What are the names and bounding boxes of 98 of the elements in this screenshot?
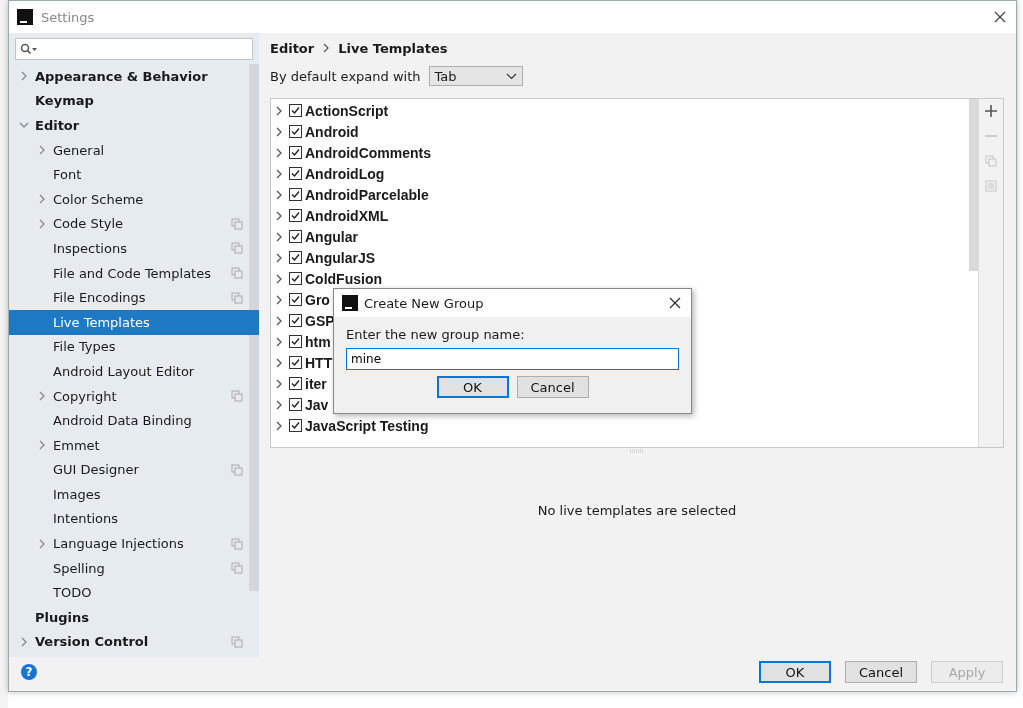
sidebar-item[interactable]: Version Control: [9, 629, 249, 655]
sidebar-item[interactable]: Android Data Binding: [9, 408, 249, 433]
template-group-label[interactable]: ColdFusion: [305, 270, 382, 287]
chevron-right-icon[interactable]: [275, 147, 283, 158]
template-group-label[interactable]: iter: [305, 375, 327, 392]
search-icon: [20, 43, 38, 55]
chevron-right-icon[interactable]: [275, 210, 283, 221]
sidebar-item[interactable]: Images: [9, 482, 249, 507]
template-group-label[interactable]: AndroidLog: [305, 165, 385, 182]
checkbox[interactable]: [289, 377, 302, 390]
app-logo-icon: [342, 295, 358, 311]
chevron-right-icon[interactable]: [275, 273, 283, 284]
sidebar-item[interactable]: Android Layout Editor: [9, 359, 249, 384]
sidebar-item[interactable]: Appearance & Behavior: [9, 64, 249, 89]
resize-grip-icon[interactable]: [629, 449, 645, 453]
breadcrumb-item: Editor: [270, 40, 315, 56]
sidebar-item[interactable]: Copyright: [9, 383, 249, 409]
help-icon[interactable]: ?: [21, 664, 37, 680]
template-group-label[interactable]: AndroidParcelable: [305, 186, 429, 203]
sidebar-item[interactable]: Code Style: [9, 211, 249, 237]
expand-dropdown[interactable]: Tab: [428, 66, 523, 86]
scrollbar[interactable]: [249, 64, 259, 591]
template-group-label[interactable]: Gro: [305, 291, 330, 308]
add-icon[interactable]: [985, 105, 997, 117]
template-group-label[interactable]: Android: [305, 123, 359, 140]
sidebar-item[interactable]: Color Scheme: [9, 186, 249, 212]
template-group-label[interactable]: JavaScript Testing: [305, 417, 429, 434]
chevron-right-icon: [322, 43, 331, 53]
checkbox[interactable]: [289, 230, 302, 243]
checkbox[interactable]: [289, 314, 302, 327]
checkbox[interactable]: [289, 167, 302, 180]
chevron-right-icon[interactable]: [275, 336, 283, 347]
sidebar-item[interactable]: TODO: [9, 580, 249, 606]
sidebar-item[interactable]: Keymap: [9, 88, 249, 114]
sidebar-item[interactable]: File Encodings: [9, 285, 249, 310]
sidebar-item[interactable]: Inspections: [9, 236, 249, 261]
sidebar-item[interactable]: Editor: [9, 113, 249, 138]
checkbox[interactable]: [289, 419, 302, 432]
checkbox[interactable]: [289, 272, 302, 285]
checkbox[interactable]: [289, 146, 302, 159]
close-icon[interactable]: [994, 11, 1006, 23]
breadcrumb-item: Live Templates: [338, 40, 448, 56]
template-group-label[interactable]: ActionScript: [305, 102, 389, 119]
checkbox[interactable]: [289, 209, 302, 222]
search-field[interactable]: [15, 38, 253, 60]
ok-button[interactable]: OK: [759, 661, 831, 683]
chevron-right-icon[interactable]: [275, 420, 283, 431]
checkbox[interactable]: [289, 104, 302, 117]
sidebar-item[interactable]: Live Templates: [9, 309, 259, 335]
chevron-right-icon[interactable]: [275, 378, 283, 389]
cancel-button[interactable]: Cancel: [516, 376, 589, 398]
chevron-right-icon[interactable]: [275, 357, 283, 368]
chevron-right-icon[interactable]: [275, 315, 283, 326]
template-group-label[interactable]: AndroidComments: [305, 144, 431, 161]
caret-icon: [505, 72, 517, 80]
sidebar-item[interactable]: Plugins: [9, 605, 249, 630]
chevron-right-icon[interactable]: [275, 168, 283, 179]
checkbox[interactable]: [289, 293, 302, 306]
chevron-right-icon[interactable]: [275, 105, 283, 116]
sidebar-item[interactable]: Language Injections: [9, 531, 249, 556]
chevron-right-icon[interactable]: [275, 399, 283, 410]
chevron-right-icon[interactable]: [275, 231, 283, 242]
checkbox[interactable]: [289, 398, 302, 411]
chevron-right-icon[interactable]: [275, 126, 283, 137]
app-logo-icon: [17, 9, 33, 25]
cancel-button[interactable]: Cancel: [845, 661, 917, 683]
checkbox[interactable]: [289, 125, 302, 138]
ok-button[interactable]: OK: [436, 376, 509, 398]
template-group-label[interactable]: GSP: [305, 312, 335, 329]
template-group-label[interactable]: AndroidXML: [305, 207, 389, 224]
checkbox[interactable]: [289, 356, 302, 369]
sidebar-item[interactable]: Emmet: [9, 432, 249, 458]
sidebar-item[interactable]: Spelling: [9, 555, 249, 581]
chevron-right-icon[interactable]: [275, 189, 283, 200]
group-name-field[interactable]: mine: [346, 348, 679, 370]
chevron-right-icon[interactable]: [275, 294, 283, 305]
template-group-label[interactable]: htm: [305, 333, 331, 350]
close-icon[interactable]: [669, 297, 681, 309]
sidebar-item[interactable]: File Types: [9, 334, 249, 360]
dialog-title: Create New Group: [364, 295, 484, 311]
template-group-label[interactable]: AngularJS: [305, 249, 375, 266]
template-group-label[interactable]: HTT: [305, 354, 333, 371]
checkbox[interactable]: [289, 251, 302, 264]
checkbox[interactable]: [289, 335, 302, 348]
prompt-label: Enter the new group name:: [346, 327, 526, 342]
chevron-right-icon[interactable]: [275, 252, 283, 263]
window-title: Settings: [41, 9, 95, 25]
expand-label: By default expand with: [270, 68, 421, 84]
sidebar-item[interactable]: Font: [9, 162, 249, 187]
sidebar-item[interactable]: GUI Designer: [9, 457, 249, 483]
sidebar-item[interactable]: File and Code Templates: [9, 260, 249, 286]
empty-message: No live templates are selected: [537, 502, 737, 518]
sidebar-item[interactable]: General: [9, 137, 249, 163]
template-group-label[interactable]: Angular: [305, 228, 358, 245]
scrollbar[interactable]: [969, 99, 978, 271]
checkbox[interactable]: [289, 188, 302, 201]
template-group-label[interactable]: Jav: [305, 396, 329, 413]
sidebar-item[interactable]: Intentions: [9, 506, 249, 532]
